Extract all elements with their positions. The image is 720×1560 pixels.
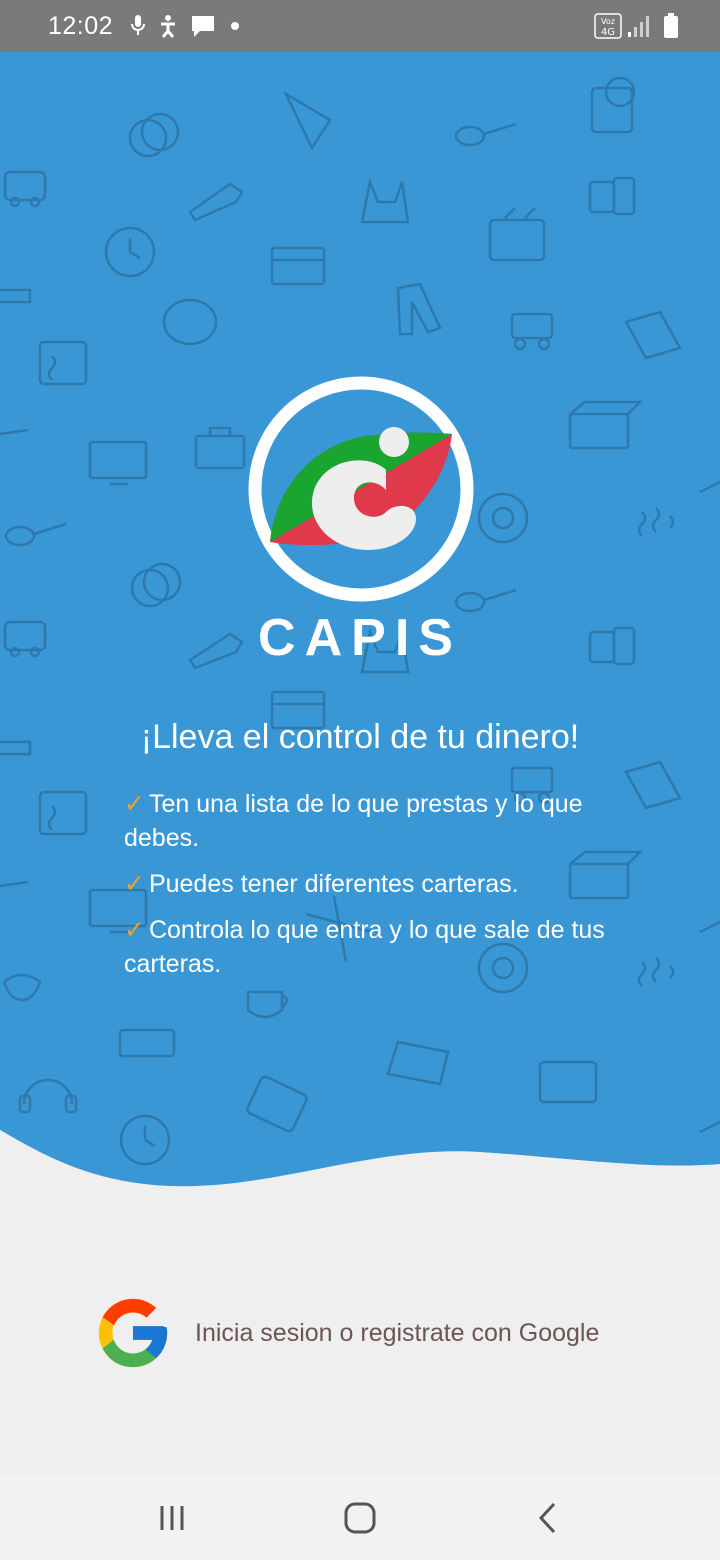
feature-list: ✓ Ten una lista de lo que prestas y lo qu… xyxy=(124,787,644,993)
capis-logo xyxy=(248,376,474,602)
google-signin-button[interactable]: Inicia sesion o registrate con Google xyxy=(92,1292,652,1376)
back-icon[interactable] xyxy=(524,1496,572,1540)
feature-text: Puedes tener diferentes carteras. xyxy=(148,870,519,898)
navigation-bar xyxy=(0,1476,720,1560)
volte-4g-icon: Voz 4G xyxy=(594,13,622,39)
battery-icon xyxy=(664,13,678,38)
hero-section: CAPIS ¡Lleva el control de tu dinero! ✓ T… xyxy=(0,52,720,1197)
status-time: 12:02 xyxy=(48,12,114,40)
feature-text: Controla lo que entra y lo que sale de t… xyxy=(124,916,605,978)
headline: ¡Lleva el control de tu dinero! xyxy=(140,718,580,756)
dot-icon xyxy=(231,22,239,30)
brand-name: CAPIS xyxy=(258,609,462,667)
mic-icon xyxy=(131,15,145,35)
check-icon: ✓ xyxy=(124,916,145,944)
feature-item: ✓ Ten una lista de lo que prestas y lo qu… xyxy=(124,787,644,855)
accessibility-icon xyxy=(161,15,175,38)
feature-item: ✓ Controla lo que entra y lo que sale de … xyxy=(124,913,644,981)
google-icon xyxy=(98,1298,168,1368)
svg-text:4G: 4G xyxy=(601,27,615,38)
message-icon xyxy=(192,16,214,37)
feature-text: Ten una lista de lo que prestas y lo que… xyxy=(124,790,583,852)
signal-icon xyxy=(628,16,649,37)
svg-text:Voz: Voz xyxy=(601,17,615,26)
recent-apps-icon[interactable] xyxy=(148,1496,196,1540)
status-bar: 12:02 Voz 4G xyxy=(0,0,720,52)
check-icon: ✓ xyxy=(124,790,145,818)
google-signin-label: Inicia sesion o registrate con Google xyxy=(195,1319,600,1347)
home-icon[interactable] xyxy=(336,1496,384,1540)
check-icon: ✓ xyxy=(124,870,145,898)
feature-item: ✓ Puedes tener diferentes carteras. xyxy=(124,867,644,901)
